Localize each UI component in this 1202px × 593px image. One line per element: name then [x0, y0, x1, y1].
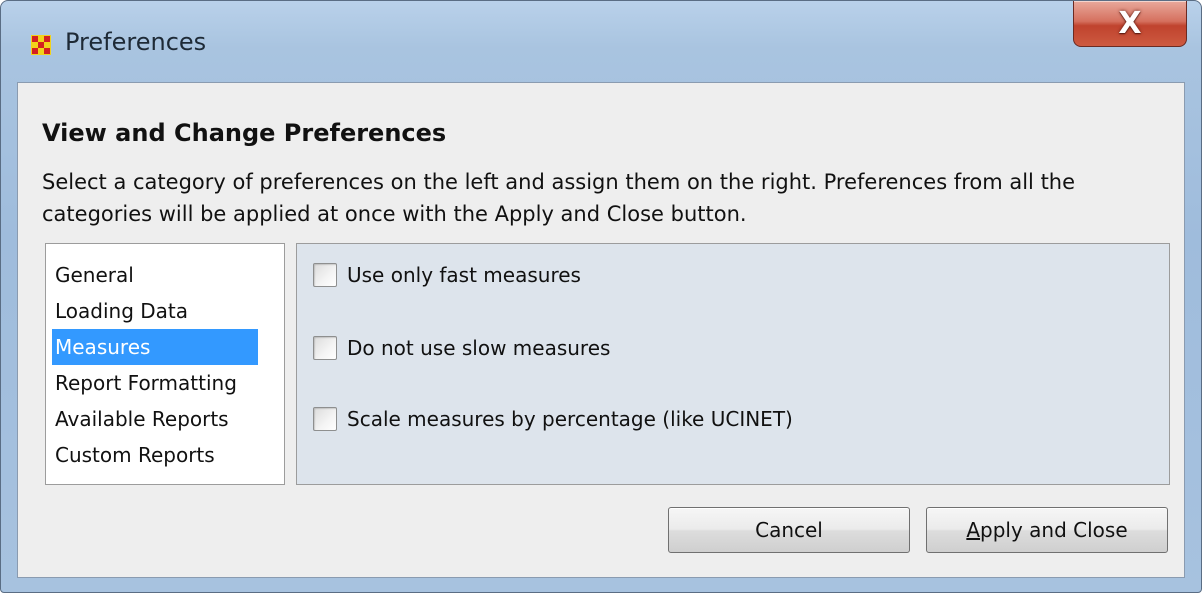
- preferences-window: Preferences X View and Change Preference…: [0, 0, 1202, 593]
- category-item-general[interactable]: General: [52, 257, 258, 293]
- fast-measures-checkbox[interactable]: [313, 263, 337, 287]
- slow-measures-option[interactable]: Do not use slow measures: [313, 333, 610, 363]
- dialog-content: View and Change Preferences Select a cat…: [17, 82, 1185, 578]
- category-item-loading-data[interactable]: Loading Data: [52, 293, 258, 329]
- apply-mnemonic: A: [966, 518, 981, 542]
- window-title: Preferences: [65, 28, 207, 56]
- slow-measures-label[interactable]: Do not use slow measures: [347, 336, 610, 360]
- close-icon: X: [1118, 5, 1142, 41]
- close-button[interactable]: X: [1073, 1, 1187, 47]
- grid-network-icon: [31, 35, 51, 55]
- apply-label: pply and Close: [980, 518, 1128, 542]
- cancel-button[interactable]: Cancel: [668, 507, 910, 553]
- category-item-custom-reports[interactable]: Custom Reports: [52, 437, 258, 473]
- dialog-heading: View and Change Preferences: [42, 119, 447, 147]
- fast-measures-option[interactable]: Use only fast measures: [313, 260, 581, 290]
- category-item-measures[interactable]: Measures: [52, 329, 258, 365]
- category-item-available-reports[interactable]: Available Reports: [52, 401, 258, 437]
- scale-percentage-checkbox[interactable]: [313, 407, 337, 431]
- measures-settings-panel: Use only fast measures Do not use slow m…: [296, 243, 1170, 485]
- dialog-description: Select a category of preferences on the …: [42, 170, 1076, 226]
- fast-measures-label[interactable]: Use only fast measures: [347, 263, 581, 287]
- slow-measures-checkbox[interactable]: [313, 336, 337, 360]
- apply-and-close-button[interactable]: Apply and Close: [926, 507, 1168, 553]
- title-bar[interactable]: Preferences X: [1, 1, 1201, 83]
- scale-percentage-label[interactable]: Scale measures by percentage (like UCINE…: [347, 407, 793, 431]
- scale-percentage-option[interactable]: Scale measures by percentage (like UCINE…: [313, 404, 793, 434]
- category-list[interactable]: General Loading Data Measures Report For…: [45, 243, 285, 485]
- category-item-report-formatting[interactable]: Report Formatting: [52, 365, 258, 401]
